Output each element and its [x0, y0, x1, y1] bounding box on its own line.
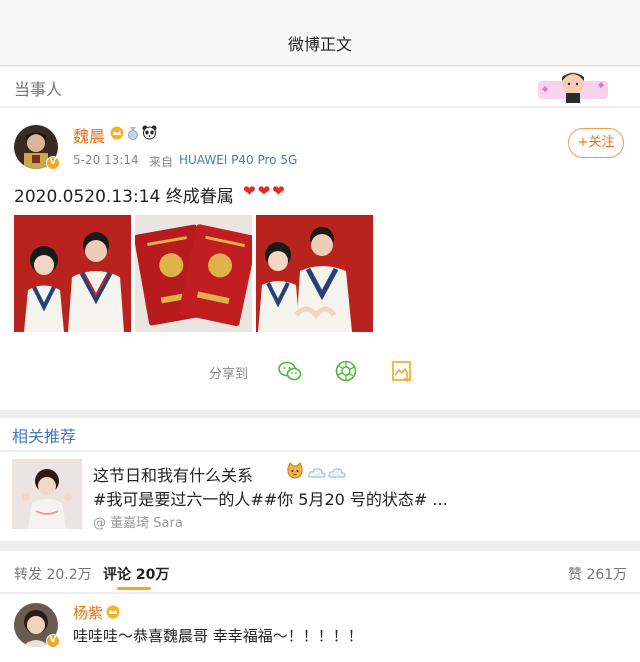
comment-item: V 杨紫 哇哇哇～恭喜魏晨哥 幸幸福福～！！！！！	[0, 594, 640, 662]
recommend-line-1: 这节日和我有什么关系	[93, 466, 254, 485]
recommend-author[interactable]: @ 董嘉琦 Sara	[93, 512, 183, 531]
tab-comments[interactable]: 评论 20万	[103, 564, 169, 584]
source-prefix: 来自	[149, 155, 174, 169]
interaction-tabs: 转发 20.2万 评论 20万 赞 261万	[0, 551, 640, 593]
member-crown-icon	[110, 126, 124, 140]
recommend-line-2: #我可是要过六一的人##你 5月20 号的状态# ...	[93, 490, 448, 509]
verified-badge-icon: V	[46, 156, 60, 170]
post-time: 5-20 13:14	[73, 153, 139, 167]
commenter-name[interactable]: 杨紫	[73, 602, 103, 623]
recommend-item[interactable]: 这节日和我有什么关系 #我可是要过六一的人##你 5月20 号的状态# ... …	[0, 451, 640, 541]
heart-emoji: ❤❤❤	[243, 182, 287, 200]
recommend-title: 相关推荐	[12, 427, 77, 446]
wechat-icon[interactable]	[278, 360, 302, 382]
tab-repost[interactable]: 转发 20.2万	[14, 564, 92, 584]
post-photo-1[interactable]	[14, 215, 131, 332]
recommend-thumbnail[interactable]	[12, 459, 82, 529]
weibo-post: V 魏晨 5-20 13:14 来自 HUAWEI P40 Pro 5G +关注…	[0, 108, 640, 410]
moments-icon[interactable]	[334, 360, 358, 382]
post-source[interactable]: HUAWEI P40 Pro 5G	[179, 153, 297, 167]
tag-label: 当事人	[14, 80, 63, 99]
commenter-verified-badge-icon: V	[46, 634, 60, 648]
top-nav: 微博正文	[0, 0, 640, 66]
post-photo-3[interactable]	[256, 215, 373, 332]
tag-bar: 当事人	[0, 67, 640, 107]
page-title: 微博正文	[287, 35, 352, 54]
cloud-emoji-icon	[308, 468, 346, 478]
comment-text: 哇哇哇～恭喜魏晨哥 幸幸福福～！！！！！	[73, 627, 363, 645]
save-image-icon[interactable]	[390, 360, 414, 382]
panda-icon	[142, 125, 157, 140]
post-photo-2[interactable]	[135, 215, 252, 332]
post-text: 2020.0520.13:14 终成眷属	[14, 187, 234, 207]
cat-emoji-icon	[287, 462, 303, 479]
active-tab-indicator	[117, 587, 151, 590]
tag-illustration-icon	[538, 72, 608, 103]
medal-icon	[128, 127, 138, 140]
follow-button[interactable]: +关注	[568, 128, 624, 158]
tab-likes[interactable]: 赞 261万	[568, 564, 627, 584]
recommend-header: 相关推荐	[0, 418, 640, 450]
share-label: 分享到	[209, 367, 249, 382]
commenter-crown-icon	[106, 605, 120, 619]
author-name[interactable]: 魏晨	[73, 123, 105, 147]
